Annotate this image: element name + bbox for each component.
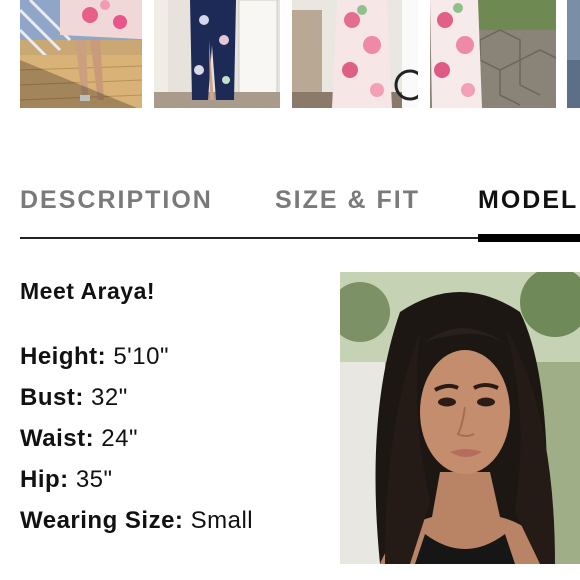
stat-label: Wearing Size: [20,507,184,534]
stat-label: Bust: [20,384,84,411]
thumbnail-5[interactable] [567,0,580,108]
stat-label: Hip: [20,466,69,493]
tab-description[interactable]: DESCRIPTION [20,186,213,215]
stat-value: 5'10" [113,343,169,370]
stat-height: Height: 5'10" [20,343,169,371]
thumbnail-strip [0,0,580,110]
thumbnail-2[interactable] [154,0,280,108]
stat-value: 35" [75,466,113,493]
stat-label: Height: [20,343,107,370]
stat-bust: Bust: 32" [20,384,128,412]
thumbnail-3[interactable] [292,0,418,108]
stat-hip: Hip: 35" [20,466,113,494]
thumbnail-4[interactable] [430,0,556,108]
stat-value: Small [190,507,254,534]
tab-model[interactable]: MODEL [478,186,578,215]
stat-wearing-size: Wearing Size: Small [20,507,253,535]
stat-waist: Waist: 24" [20,425,138,453]
active-tab-indicator [478,234,580,242]
model-photo [340,272,580,564]
tab-size-fit[interactable]: SIZE & FIT [275,186,420,215]
model-intro-heading: Meet Araya! [20,278,156,304]
stat-value: 24" [101,425,138,452]
stat-label: Waist: [20,425,95,452]
thumbnail-1[interactable] [20,0,142,108]
stat-value: 32" [91,384,128,411]
